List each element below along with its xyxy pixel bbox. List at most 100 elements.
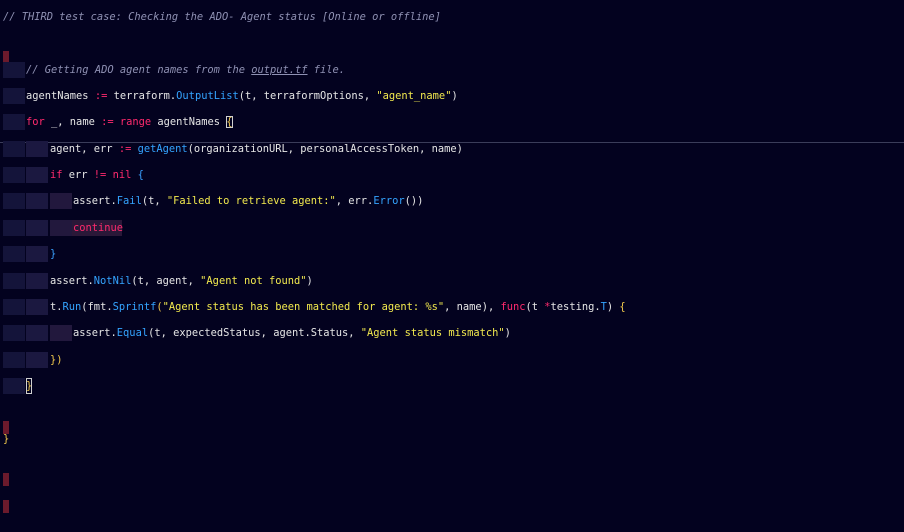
indent-guide <box>26 299 48 315</box>
code-line[interactable]: } <box>0 431 904 447</box>
token: testing. <box>550 301 601 313</box>
comment-part: // Getting ADO agent names from the <box>26 64 252 76</box>
token-bracket: { <box>619 301 626 313</box>
token-function: Error <box>373 195 405 207</box>
indent-guide <box>26 167 48 183</box>
token: assert. <box>73 327 117 339</box>
token: agentNames <box>151 116 227 128</box>
token: (t, expectedStatus, agent.Status, <box>148 327 361 339</box>
code-line[interactable]: } <box>0 378 904 394</box>
code-line[interactable]: assert.Fail(t, "Failed to retrieve agent… <box>0 193 904 209</box>
comment-text: // THIRD test case: Checking the ADO- Ag… <box>3 11 441 23</box>
token: agentNames <box>26 90 95 102</box>
code-text: agentNames := terraform.OutputList(t, te… <box>26 88 458 104</box>
token: ) <box>606 301 620 313</box>
token: ) <box>306 275 313 287</box>
code-line[interactable]: // THIRD test case: Checking the ADO- Ag… <box>0 9 441 25</box>
token: (t, <box>141 195 167 207</box>
token: err <box>62 169 94 181</box>
code-line[interactable]: // Getting ADO agent names from the outp… <box>0 62 904 78</box>
indent-guide <box>3 62 25 78</box>
code-text: if err != nil { <box>50 167 144 183</box>
indent-guide <box>26 193 48 209</box>
token: assert. <box>50 275 94 287</box>
token: _, name <box>44 116 102 128</box>
token: (fmt. <box>81 301 113 313</box>
code-line[interactable] <box>0 457 904 486</box>
matched-bracket: } <box>26 378 33 394</box>
matched-bracket: { <box>226 116 233 128</box>
token-function: OutputList <box>176 90 239 102</box>
token-function: getAgent <box>131 143 188 155</box>
code-line[interactable]: for _, name := range agentNames { <box>0 114 904 130</box>
indent-guide <box>3 114 25 130</box>
token-keyword: continue <box>73 222 124 234</box>
indent-guide <box>3 299 25 315</box>
line-marker <box>3 500 9 513</box>
indent-guide <box>26 141 48 157</box>
token-string: "Failed to retrieve agent:" <box>166 195 336 207</box>
code-text: assert.NotNil(t, agent, "Agent not found… <box>50 273 313 289</box>
indent-guide <box>3 193 25 209</box>
code-line[interactable] <box>0 35 904 64</box>
code-line[interactable] <box>0 405 904 434</box>
comment-link[interactable]: output.tf <box>251 64 307 76</box>
token: ()) <box>404 195 424 207</box>
code-line[interactable]: assert.NotNil(t, agent, "Agent not found… <box>0 273 904 289</box>
code-line[interactable]: continue <box>0 220 904 236</box>
token-bracket: } <box>50 248 57 260</box>
token-keyword: func <box>500 301 526 313</box>
code-line[interactable]: } <box>0 246 904 262</box>
token: (t, terraformOptions, <box>238 90 377 102</box>
token: t. <box>50 301 63 313</box>
token-function: Sprintf <box>112 301 157 313</box>
token-keyword: if <box>50 169 63 181</box>
indent-guide <box>3 167 25 183</box>
token-keyword: range <box>113 116 152 128</box>
token: terraform. <box>107 90 177 102</box>
indent-guide <box>3 141 25 157</box>
token: assert. <box>73 195 117 207</box>
code-line[interactable] <box>0 484 904 513</box>
code-text: t.Run(fmt.Sprintf("Agent status has been… <box>50 299 626 315</box>
indent-guide <box>3 325 25 341</box>
token-bracket: } <box>3 433 10 445</box>
token: (t <box>525 301 545 313</box>
indent-guide <box>3 220 25 236</box>
code-text: for _, name := range agentNames { <box>26 114 233 130</box>
code-line[interactable]: agent, err := getAgent(organizationURL, … <box>0 141 904 157</box>
code-line[interactable]: assert.Equal(t, expectedStatus, agent.St… <box>0 325 904 341</box>
code-editor[interactable]: // THIRD test case: Checking the ADO- Ag… <box>0 0 904 513</box>
token-bracket: { <box>131 169 144 181</box>
indent-guide <box>3 378 25 394</box>
indent-guide <box>26 325 48 341</box>
comment-part: file. <box>307 64 346 76</box>
token-function: NotNil <box>93 275 132 287</box>
token-operator: := <box>94 90 108 102</box>
indent-guide <box>26 220 48 236</box>
token: ) <box>451 90 458 102</box>
indent-guide <box>3 88 25 104</box>
token: , name), <box>444 301 501 313</box>
code-line[interactable]: if err != nil { <box>0 167 904 183</box>
token-bracket: }) <box>50 354 63 366</box>
indent-guide <box>3 246 25 262</box>
token: agent, err <box>50 143 119 155</box>
token-operator: := <box>118 143 132 155</box>
token-operator: != <box>93 169 107 181</box>
token-function: Fail <box>116 195 142 207</box>
code-line[interactable]: }) <box>0 352 904 368</box>
token-keyword: nil <box>106 169 132 181</box>
token-function: Equal <box>116 327 149 339</box>
indent-guide <box>50 220 72 236</box>
code-line[interactable]: t.Run(fmt.Sprintf("Agent status has been… <box>0 299 904 315</box>
code-line[interactable]: agentNames := terraform.OutputList(t, te… <box>0 88 904 104</box>
indent-guide <box>26 352 48 368</box>
indent-guide <box>50 325 72 341</box>
indent-guide <box>50 193 72 209</box>
token-operator: := <box>101 116 114 128</box>
token-string: "Agent status has been matched for agent… <box>162 301 445 313</box>
comment-text: // Getting ADO agent names from the outp… <box>26 62 345 78</box>
token-string: "agent_name" <box>376 90 452 102</box>
token-string: "Agent status mismatch" <box>360 327 505 339</box>
